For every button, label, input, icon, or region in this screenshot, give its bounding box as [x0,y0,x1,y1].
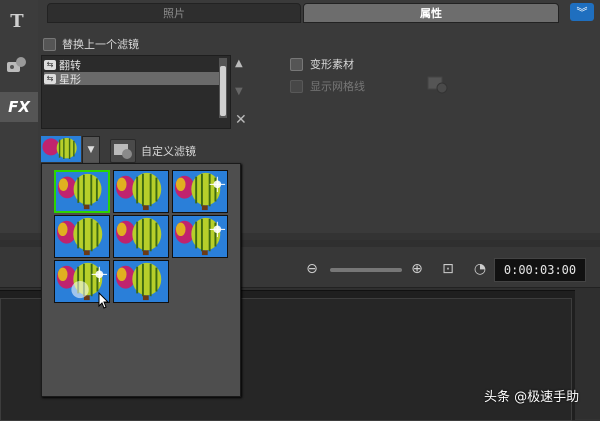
fx-icon: FX [8,98,30,116]
grid-options-button[interactable] [427,74,449,94]
balloon-preset-icon [114,216,168,257]
title-tool-button[interactable]: T [4,8,30,34]
title-icon: T [10,10,24,32]
zoom-in-icon: ⊕ [411,261,423,277]
graphics-tool-button[interactable] [4,52,30,78]
move-filter-up-button[interactable]: ▲ [235,58,243,69]
preset-cell[interactable] [54,215,110,258]
filter-icon: ⇆ [44,59,56,70]
balloon-preset-icon [114,171,168,212]
zoom-slider[interactable] [330,268,402,272]
balloon-preset-icon [173,171,227,212]
close-icon: ✕ [235,112,247,128]
show-grid-label: 显示网格线 [310,80,365,93]
distort-clip-label: 变形素材 [310,58,354,71]
grid-settings-icon [427,76,448,94]
fx-tool-button[interactable]: FX [0,92,38,122]
tab-photo[interactable]: 照片 [47,3,301,23]
filter-list-scroll-thumb[interactable] [220,66,226,116]
mouse-cursor [98,291,110,313]
preset-thumbnail[interactable] [41,136,81,162]
filter-list-item-selected[interactable]: ⇆ 星形 [44,72,220,86]
collapse-panel-button[interactable]: ︾ [570,3,594,21]
balloon-preset-icon [114,261,168,302]
zoom-out-button[interactable]: ⊖ [304,261,320,277]
clock-icon: ◔ [473,261,487,277]
balloon-preset-icon [55,216,109,257]
balloon-preset-icon [41,136,81,162]
show-grid-checkbox[interactable] [290,80,303,93]
fit-window-icon: ⊡ [442,261,454,277]
zoom-in-button[interactable]: ⊕ [409,261,425,277]
triangle-down-icon: ▼ [235,86,243,97]
filter-list[interactable]: ⇆ 翻转 ⇆ 星形 [41,55,231,129]
replace-filter-checkbox[interactable] [43,38,56,51]
watermark: 头条 @极速手助 [484,390,580,405]
preset-dropdown-button[interactable]: ▼ [82,136,100,164]
balloon-preset-icon [56,172,108,211]
preset-cell[interactable] [113,260,169,303]
preset-cell[interactable] [172,215,228,258]
filter-list-item[interactable]: ⇆ 翻转 [44,58,214,72]
preset-cell[interactable] [172,170,228,213]
preset-cell[interactable] [113,215,169,258]
double-chevron-down-icon: ︾ [576,6,588,19]
custom-filter-button[interactable] [110,139,136,163]
custom-filter-icon [114,144,132,159]
filter-name: 星形 [59,72,81,86]
pointer-icon [98,291,110,309]
preset-cell[interactable] [113,170,169,213]
filter-icon: ⇆ [44,73,56,84]
move-filter-down-button[interactable]: ▼ [235,86,243,97]
timecode-display[interactable]: 0:00:03:00 [494,258,586,282]
graphics-icon [7,57,26,72]
custom-filter-label: 自定义滤镜 [141,145,196,158]
triangle-up-icon: ▲ [235,58,243,69]
tool-strip: T FX [0,0,39,233]
preset-cell[interactable] [54,170,110,213]
remove-filter-button[interactable]: ✕ [235,112,247,128]
tab-attributes[interactable]: 属性 [303,3,559,23]
triangle-down-icon: ▼ [87,145,95,155]
zoom-out-icon: ⊖ [306,261,318,277]
duration-button[interactable]: ◔ [472,261,488,277]
replace-filter-label: 替换上一个滤镜 [62,38,139,51]
fit-to-window-button[interactable]: ⊡ [440,261,456,277]
distort-clip-checkbox[interactable] [290,58,303,71]
balloon-preset-icon [173,216,227,257]
